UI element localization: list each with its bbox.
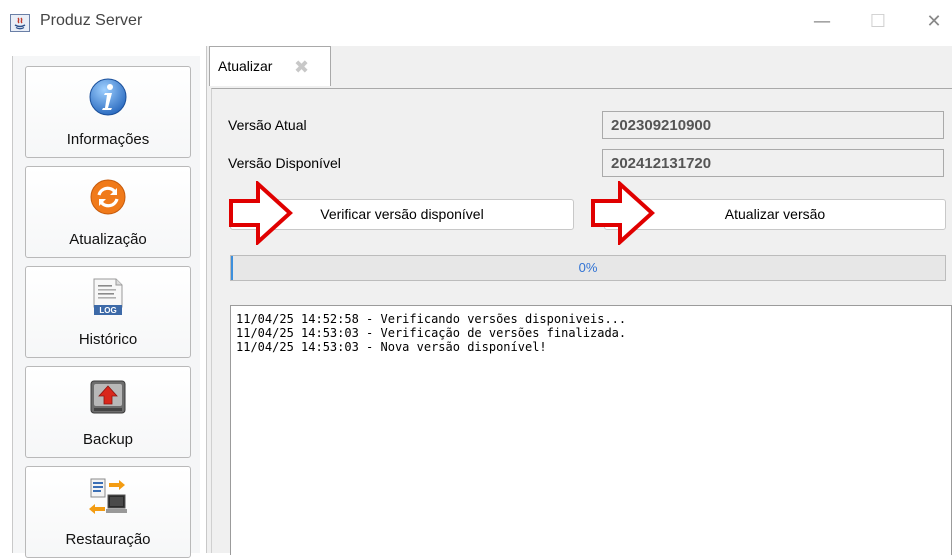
sidebar-item-informacoes[interactable]: Informações — [25, 66, 191, 158]
sidebar-item-label: Informações — [66, 131, 150, 148]
sidebar-item-backup[interactable]: Backup — [25, 366, 191, 458]
log-line: 11/04/25 14:53:03 - Nova versão disponív… — [236, 340, 547, 354]
title-bar[interactable]: Produz Server — ☐ ✕ — [0, 0, 952, 44]
log-line: 11/04/25 14:53:03 - Verificação de versõ… — [236, 326, 627, 340]
maximize-button[interactable]: ☐ — [856, 8, 900, 36]
sidebar-item-label: Restauração — [65, 531, 151, 548]
close-tab-icon[interactable]: ✖ — [294, 59, 314, 77]
progress-text: 0% — [578, 260, 598, 275]
log-badge-text: LOG — [99, 306, 116, 315]
update-panel: Versão Atual 202309210900 Versão Disponí… — [211, 88, 952, 555]
restore-transfer-icon — [88, 477, 128, 517]
sidebar: Informações Atualização LOG Histórico Ba… — [12, 56, 200, 558]
sidebar-item-historico[interactable]: LOG Histórico — [25, 266, 191, 358]
sidebar-item-restauracao[interactable]: Restauração — [25, 466, 191, 558]
refresh-icon — [88, 177, 128, 217]
app-window: Produz Server — ☐ ✕ Informações Atualiza… — [0, 0, 952, 558]
sidebar-item-label: Backup — [82, 431, 134, 448]
close-button[interactable]: ✕ — [912, 8, 952, 36]
current-version-field: 202309210900 — [602, 111, 944, 139]
available-version-field: 202412131720 — [602, 149, 944, 177]
current-version-label: Versão Atual — [228, 117, 307, 133]
minimize-button[interactable]: — — [800, 8, 844, 36]
log-line: 11/04/25 14:52:58 - Verificando versões … — [236, 312, 627, 326]
backup-drive-icon — [88, 377, 128, 417]
sidebar-item-label: Histórico — [78, 331, 138, 348]
window-title: Produz Server — [40, 12, 143, 29]
sidebar-item-atualizacao[interactable]: Atualização — [25, 166, 191, 258]
available-version-label: Versão Disponível — [228, 155, 341, 171]
content-area: Atualizar ✖ Versão Atual 202309210900 Ve… — [206, 46, 952, 555]
tab-atualizar[interactable]: Atualizar ✖ — [209, 46, 331, 86]
log-output-area[interactable]: 11/04/25 14:52:58 - Verificando versões … — [230, 305, 952, 555]
log-file-icon: LOG — [88, 277, 128, 317]
info-icon — [88, 77, 128, 117]
sidebar-item-label: Atualização — [69, 231, 147, 248]
update-progress-bar: 0% — [230, 255, 946, 281]
red-arrow-annotation-icon — [591, 181, 655, 245]
tab-label: Atualizar — [218, 58, 273, 74]
red-arrow-annotation-icon — [229, 181, 293, 245]
java-app-icon — [10, 14, 30, 32]
